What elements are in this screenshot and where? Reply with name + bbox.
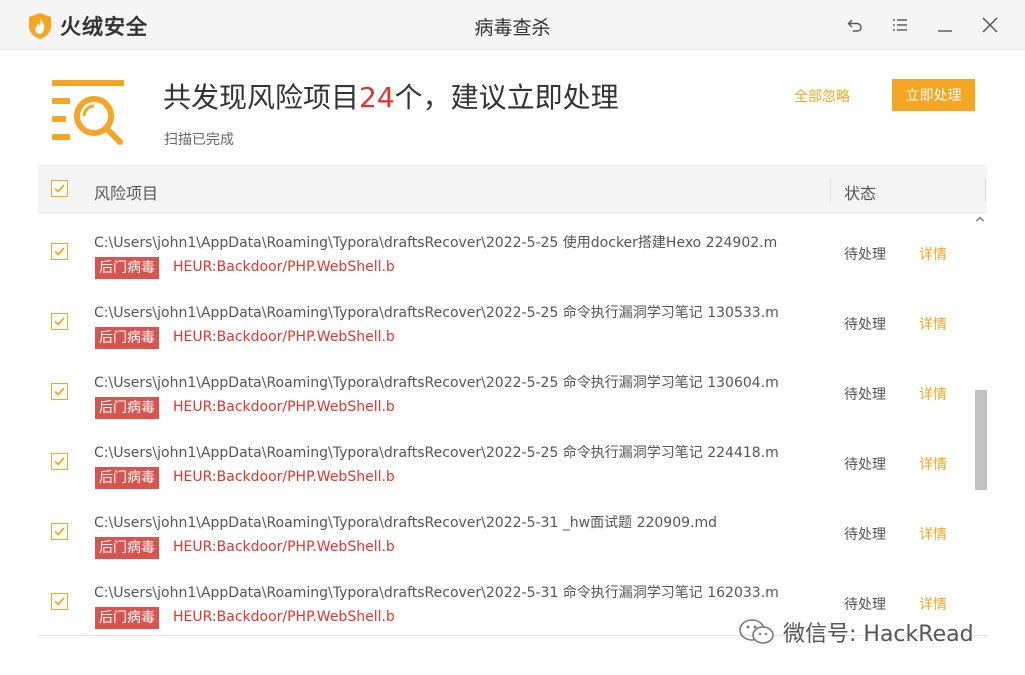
- virus-name: HEUR:Backdoor/PHP.WebShell.b: [173, 539, 395, 555]
- threat-type-badge: 后门病毒: [95, 537, 159, 559]
- threat-type-badge: 后门病毒: [95, 397, 159, 419]
- checkbox-checked-icon: [54, 457, 65, 466]
- wechat-watermark: 微信号: HackRead: [737, 616, 974, 648]
- threat-type-badge: 后门病毒: [95, 257, 159, 279]
- virus-name: HEUR:Backdoor/PHP.WebShell.b: [173, 329, 395, 345]
- minimize-button[interactable]: [932, 12, 958, 38]
- app-name: 火绒安全: [60, 15, 148, 39]
- threat-type-badge: 后门病毒: [95, 327, 159, 349]
- risk-summary-headline: 共发现风险项目24个，建议立即处理: [163, 76, 619, 116]
- ignore-all-link[interactable]: 全部忽略: [794, 86, 850, 106]
- threat-type-badge: 后门病毒: [95, 607, 159, 629]
- virus-name: HEUR:Backdoor/PHP.WebShell.b: [173, 399, 395, 415]
- row-checkbox[interactable]: [51, 383, 68, 400]
- back-button[interactable]: [842, 12, 868, 38]
- risk-list: C:\Users\john1\AppData\Roaming\Typora\dr…: [38, 214, 987, 636]
- row-status: 待处理: [844, 247, 886, 263]
- scroll-up-button[interactable]: [974, 213, 986, 225]
- table-row: C:\Users\john1\AppData\Roaming\Typora\dr…: [38, 494, 987, 564]
- huorong-logo-icon: [29, 13, 51, 39]
- scroll-up-icon: [976, 216, 984, 222]
- row-checkbox[interactable]: [51, 523, 68, 540]
- file-path: C:\Users\john1\AppData\Roaming\Typora\dr…: [94, 585, 779, 601]
- watermark-text: 微信号: HackRead: [783, 622, 974, 647]
- row-checkbox[interactable]: [51, 313, 68, 330]
- checkbox-checked-icon: [54, 247, 65, 256]
- checkbox-checked-icon: [54, 184, 65, 193]
- file-path: C:\Users\john1\AppData\Roaming\Typora\dr…: [94, 235, 778, 251]
- wechat-icon: [739, 619, 774, 644]
- minimize-icon: [938, 30, 952, 32]
- row-status: 待处理: [844, 317, 886, 333]
- file-path: C:\Users\john1\AppData\Roaming\Typora\dr…: [94, 305, 779, 321]
- file-path: C:\Users\john1\AppData\Roaming\Typora\dr…: [94, 515, 717, 531]
- row-checkbox[interactable]: [51, 243, 68, 260]
- checkbox-checked-icon: [54, 387, 65, 396]
- threat-type-badge: 后门病毒: [95, 467, 159, 489]
- details-link[interactable]: 详情: [919, 594, 947, 614]
- row-status: 待处理: [844, 597, 886, 613]
- virus-name: HEUR:Backdoor/PHP.WebShell.b: [173, 609, 395, 625]
- menu-icon: [893, 19, 907, 31]
- close-icon: [982, 17, 998, 33]
- back-icon: [847, 19, 862, 32]
- headline-suffix: 个，建议立即处理: [394, 81, 619, 114]
- row-checkbox[interactable]: [51, 453, 68, 470]
- table-header: 风险项目 状态: [38, 165, 987, 213]
- scan-status: 扫描已完成: [164, 132, 234, 148]
- file-path: C:\Users\john1\AppData\Roaming\Typora\dr…: [94, 375, 779, 391]
- virus-name: HEUR:Backdoor/PHP.WebShell.b: [173, 469, 395, 485]
- details-link[interactable]: 详情: [919, 244, 947, 264]
- column-header-status[interactable]: 状态: [844, 180, 876, 204]
- table-row: C:\Users\john1\AppData\Roaming\Typora\dr…: [38, 424, 987, 494]
- virus-name: HEUR:Backdoor/PHP.WebShell.b: [173, 259, 395, 275]
- column-divider: [985, 178, 986, 202]
- risk-count: 24: [359, 81, 395, 114]
- scan-search-icon: [52, 80, 124, 145]
- details-link[interactable]: 详情: [919, 454, 947, 474]
- details-link[interactable]: 详情: [919, 524, 947, 544]
- table-row: C:\Users\john1\AppData\Roaming\Typora\dr…: [38, 214, 987, 284]
- app-logo: 火绒安全: [28, 11, 148, 41]
- checkbox-checked-icon: [54, 527, 65, 536]
- headline-prefix: 共发现风险项目: [163, 81, 360, 114]
- menu-button[interactable]: [887, 12, 913, 38]
- checkbox-checked-icon: [54, 317, 65, 326]
- close-button[interactable]: [977, 12, 1003, 38]
- column-divider: [830, 178, 831, 202]
- table-row: C:\Users\john1\AppData\Roaming\Typora\dr…: [38, 354, 987, 424]
- details-link[interactable]: 详情: [919, 384, 947, 404]
- row-status: 待处理: [844, 527, 886, 543]
- column-header-risk-item[interactable]: 风险项目: [94, 180, 158, 204]
- row-status: 待处理: [844, 457, 886, 473]
- title-bar: 火绒安全 病毒查杀: [0, 0, 1025, 50]
- row-checkbox[interactable]: [51, 593, 68, 610]
- row-status: 待处理: [844, 387, 886, 403]
- file-path: C:\Users\john1\AppData\Roaming\Typora\dr…: [94, 445, 779, 461]
- select-all-checkbox[interactable]: [51, 180, 68, 197]
- table-row: C:\Users\john1\AppData\Roaming\Typora\dr…: [38, 284, 987, 354]
- window-title: 病毒查杀: [474, 17, 551, 39]
- scrollbar-thumb[interactable]: [975, 390, 987, 490]
- fix-now-button[interactable]: 立即处理: [892, 79, 975, 111]
- checkbox-checked-icon: [54, 597, 65, 606]
- details-link[interactable]: 详情: [919, 314, 947, 334]
